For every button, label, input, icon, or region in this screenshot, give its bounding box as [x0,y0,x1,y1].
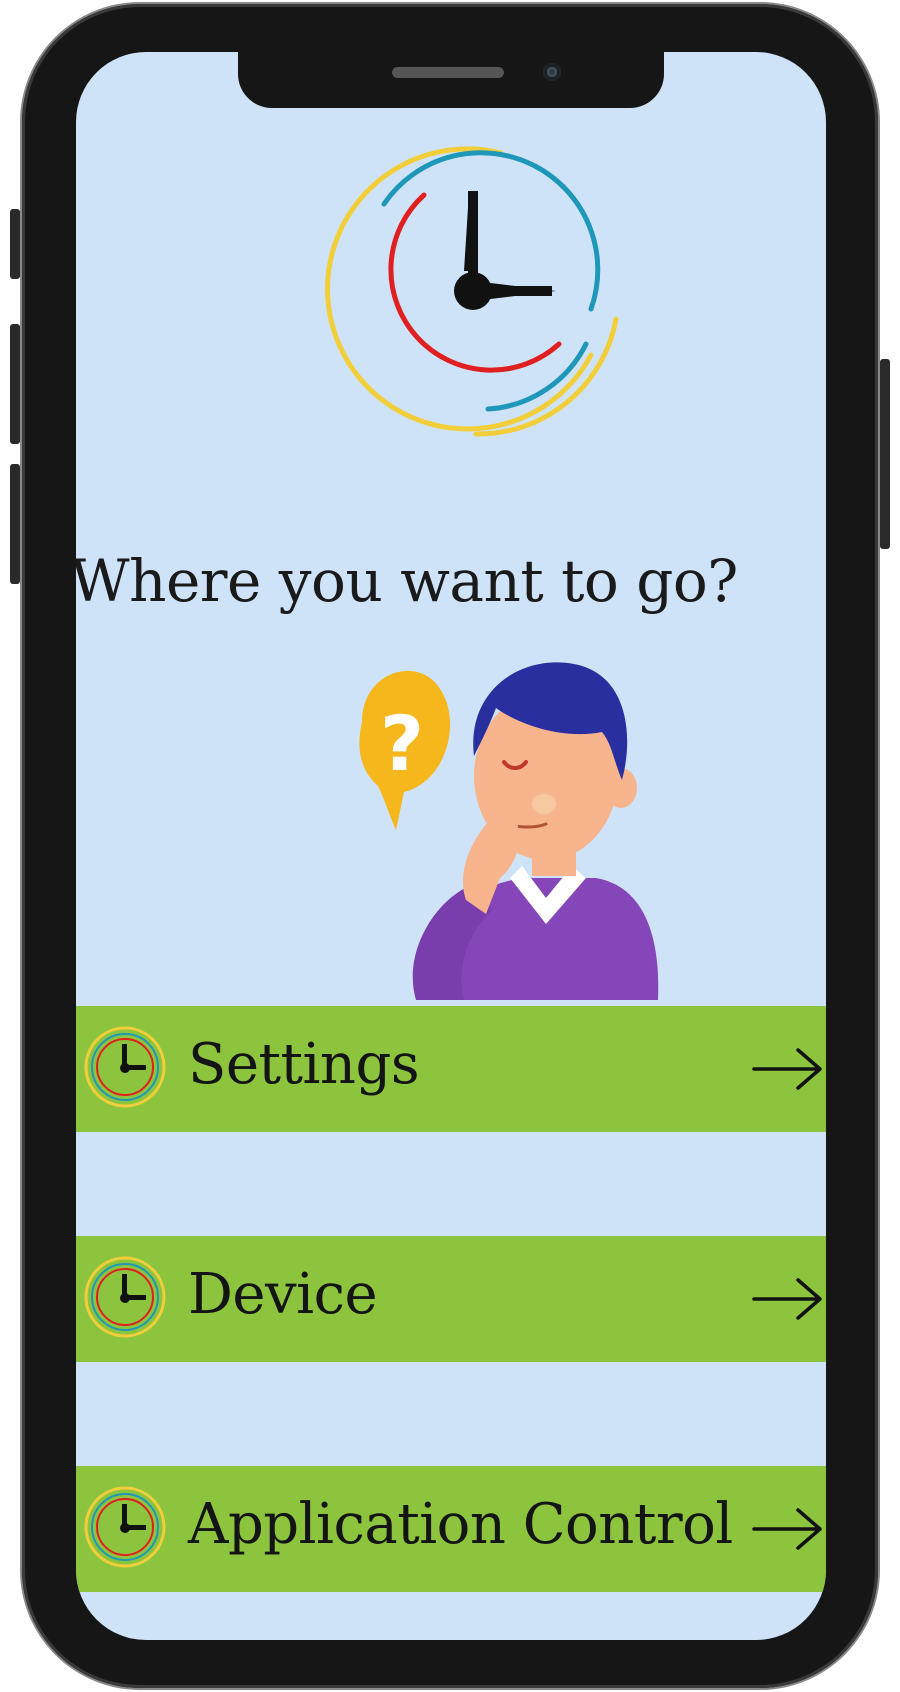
earpiece-speaker [392,67,504,78]
notch [238,52,664,108]
clock-icon [84,1256,166,1338]
clock-icon [84,1026,166,1108]
volume-down-button [10,464,20,584]
menu-item-label: Settings [188,1032,420,1097]
silent-switch [10,209,20,279]
volume-up-button [10,324,20,444]
svg-text:?: ? [380,699,424,788]
phone-screen: Where you want to go? ? Settings Device … [76,52,826,1640]
front-camera [543,63,561,81]
menu-item-device[interactable]: Device [76,1236,826,1362]
arrow-right-icon [752,1048,822,1090]
menu-item-application-control[interactable]: Application Control [76,1466,826,1592]
arrow-right-icon [752,1508,822,1550]
arrow-right-icon [752,1278,822,1320]
page-title: Where you want to go? [76,547,738,615]
menu-item-settings[interactable]: Settings [76,1006,826,1132]
clock-icon [84,1486,166,1568]
power-button [880,359,890,549]
menu-item-label: Device [188,1262,378,1327]
menu-item-label: Application Control [188,1492,733,1557]
clock-logo-icon [325,146,619,437]
